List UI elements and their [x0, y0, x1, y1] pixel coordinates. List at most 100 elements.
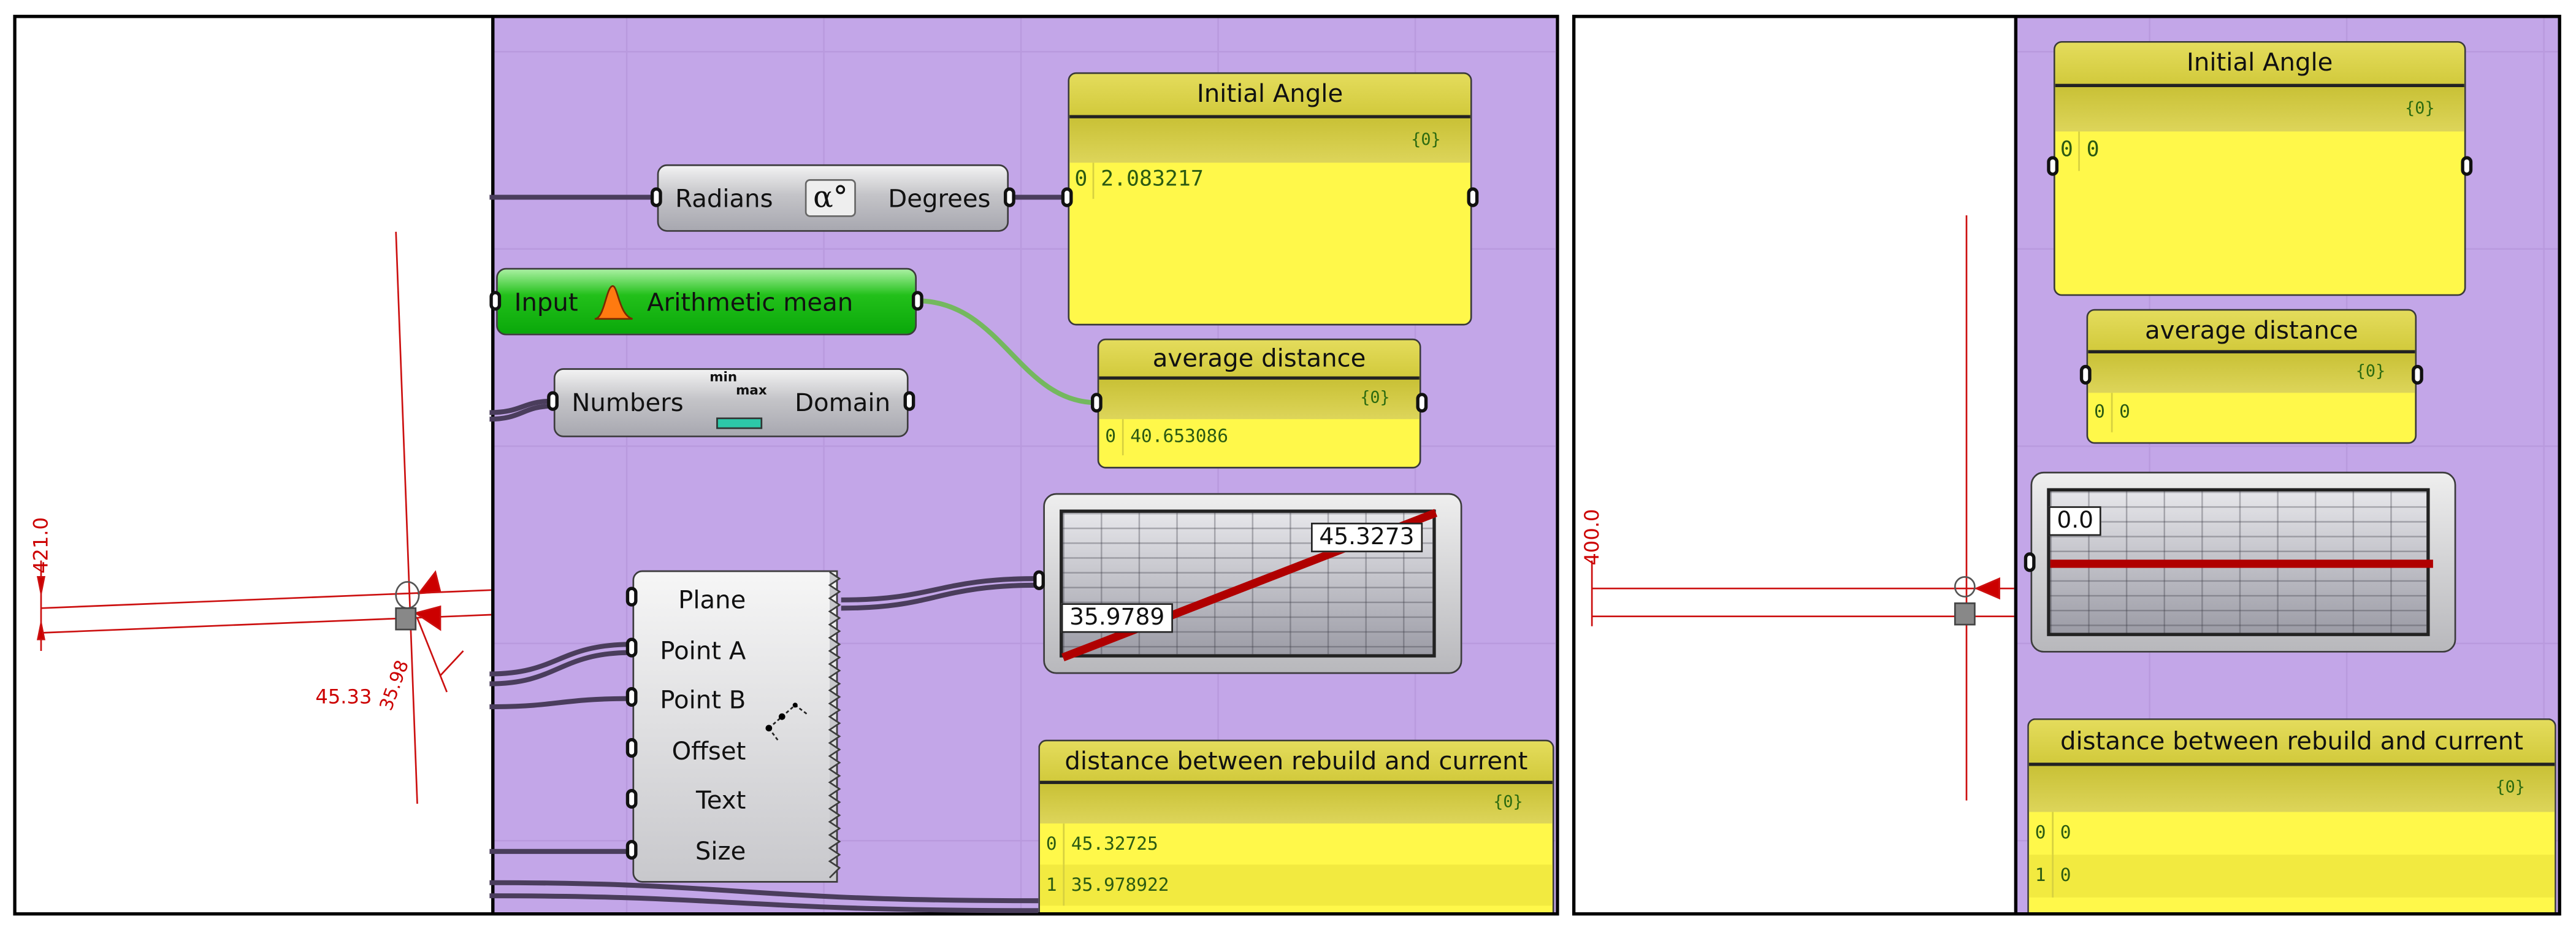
input-port[interactable] — [2047, 156, 2059, 176]
graph-curve — [1061, 509, 1438, 661]
graph-mapper-right[interactable]: 0.0 — [2030, 471, 2456, 653]
panel-path: {0} — [2028, 766, 2555, 812]
row-value: 45.32725 — [1071, 833, 1158, 855]
graph-mapper[interactable]: 35.9789 45.3273 — [1043, 493, 1462, 674]
input-port-size[interactable] — [625, 840, 638, 860]
rhino-viewport-right[interactable]: 400.0 — [1575, 18, 2014, 912]
average-distance-panel[interactable]: average distance {0} 0 40.653086 — [1097, 338, 1421, 469]
panel-row: 0 40.653086 — [1099, 419, 1419, 456]
input-label: Radians — [675, 183, 773, 213]
viewport-geometry: 400.0 — [1580, 215, 2014, 801]
input-port-plane[interactable] — [625, 587, 638, 607]
output-port[interactable] — [911, 291, 923, 311]
initial-angle-panel[interactable]: Initial Angle {0} 0 2.083217 — [1068, 72, 1472, 326]
output-label: Arithmetic mean — [647, 287, 854, 317]
point-marker — [1954, 576, 1976, 598]
wire — [489, 696, 633, 710]
alpha-degree-icon: α° — [805, 179, 857, 217]
input-port[interactable] — [650, 187, 662, 207]
input-port[interactable] — [1061, 187, 1073, 207]
aligned-dimension-component[interactable]: Plane Point A Point B Offset Text Size — [632, 570, 841, 883]
input-point-b: Point B — [660, 685, 746, 715]
input-text: Text — [696, 785, 746, 815]
panel-row: 00 — [2055, 131, 2464, 171]
row-index: 1 — [1040, 864, 1065, 906]
row-value: 40.653086 — [1130, 425, 1228, 447]
output-port[interactable] — [1467, 187, 1479, 207]
input-port[interactable] — [1090, 393, 1103, 413]
input-port-point-b[interactable] — [625, 687, 638, 707]
panel-title: Initial Angle — [2055, 42, 2464, 87]
bell-curve-icon — [594, 284, 633, 319]
selected-point — [1954, 602, 1976, 626]
output-port[interactable] — [1003, 187, 1015, 207]
arrowhead — [1974, 577, 2000, 600]
output-port[interactable] — [2461, 156, 2473, 176]
dimension-label-400: 400.0 — [1580, 509, 1603, 566]
input-point-a: Point A — [660, 636, 746, 666]
input-offset: Offset — [671, 736, 746, 766]
output-label: Degrees — [888, 183, 991, 213]
distance-panel-right[interactable]: distance between rebuild and current {0}… — [2027, 718, 2556, 912]
input-port-text[interactable] — [625, 789, 638, 809]
input-label: Numbers — [571, 388, 684, 418]
panel-row: 10 — [2028, 855, 2555, 898]
panel-row: 0 2.083217 — [1069, 163, 1470, 199]
dimension-icon — [765, 702, 809, 742]
panel-title: average distance — [2088, 310, 2415, 354]
row-value: 0 — [2086, 138, 2100, 163]
row-index: 0 — [2055, 131, 2080, 171]
output-port[interactable] — [1416, 393, 1428, 413]
input-port[interactable] — [2024, 552, 2036, 572]
output-label: Domain — [795, 388, 891, 418]
input-label: Input — [514, 287, 578, 317]
row-value: 2.083217 — [1101, 167, 1204, 193]
icon-min-text: min — [709, 369, 738, 385]
panel-path: {0} — [2055, 87, 2464, 132]
output-port[interactable] — [903, 391, 915, 411]
input-size: Size — [695, 836, 746, 866]
row-index: 0 — [2088, 393, 2113, 433]
panel-row: 1 35.978922 — [1039, 864, 1553, 906]
input-port-point-a[interactable] — [625, 637, 638, 658]
input-port[interactable] — [489, 291, 502, 311]
graph-curve — [2050, 560, 2433, 568]
row-index: 0 — [1069, 163, 1095, 199]
output-port[interactable] — [2412, 364, 2423, 385]
average-distance-panel-right[interactable]: average distance {0} 00 — [2086, 309, 2417, 444]
row-value: 35.978922 — [1071, 874, 1169, 896]
panel-row: 00 — [2088, 393, 2415, 433]
input-port[interactable] — [2079, 364, 2092, 385]
input-plane: Plane — [678, 585, 746, 615]
bounds-component[interactable]: Numbers min max Domain — [553, 368, 909, 437]
panel-path: {0} — [1069, 118, 1470, 163]
graph-start-label: 35.9789 — [1061, 603, 1173, 633]
initial-angle-panel-right[interactable]: Initial Angle {0} 00 — [2054, 40, 2466, 296]
panel-row: 0 45.32725 — [1040, 823, 1553, 865]
input-port[interactable] — [547, 391, 559, 411]
distance-panel[interactable]: distance between rebuild and current {0}… — [1038, 739, 1554, 912]
input-port[interactable] — [1033, 570, 1045, 590]
graph-start-label: 0.0 — [2048, 506, 2102, 536]
row-index: 0 — [2029, 812, 2054, 855]
row-value: 0 — [2119, 401, 2130, 423]
row-value: 0 — [2060, 864, 2071, 887]
panel-path: {0} — [1039, 783, 1553, 824]
panel-title: distance between rebuild and current — [2028, 720, 2555, 766]
graph-end-label: 45.3273 — [1311, 522, 1423, 553]
panel-path: {0} — [2088, 353, 2415, 393]
screenshot-stage: 421.0 45.33 35.98 Radians α° Degrees Inp… — [0, 0, 2576, 927]
panel-title: Initial Angle — [1069, 74, 1470, 118]
input-port-offset[interactable] — [625, 737, 638, 758]
row-value: 0 — [2060, 821, 2071, 844]
row-index: 0 — [1099, 419, 1124, 456]
panel-title: average distance — [1099, 340, 1420, 380]
radians-to-degrees-component[interactable]: Radians α° Degrees — [657, 164, 1009, 232]
panel-row: 00 — [2029, 812, 2555, 855]
panel-title: distance between rebuild and current — [1039, 741, 1553, 784]
row-index: 0 — [1040, 823, 1065, 865]
panel-path: {0} — [1099, 379, 1420, 420]
average-component[interactable]: Input Arithmetic mean — [496, 267, 917, 336]
min-max-domain-icon: min max — [709, 369, 768, 432]
row-index: 1 — [2029, 855, 2054, 898]
